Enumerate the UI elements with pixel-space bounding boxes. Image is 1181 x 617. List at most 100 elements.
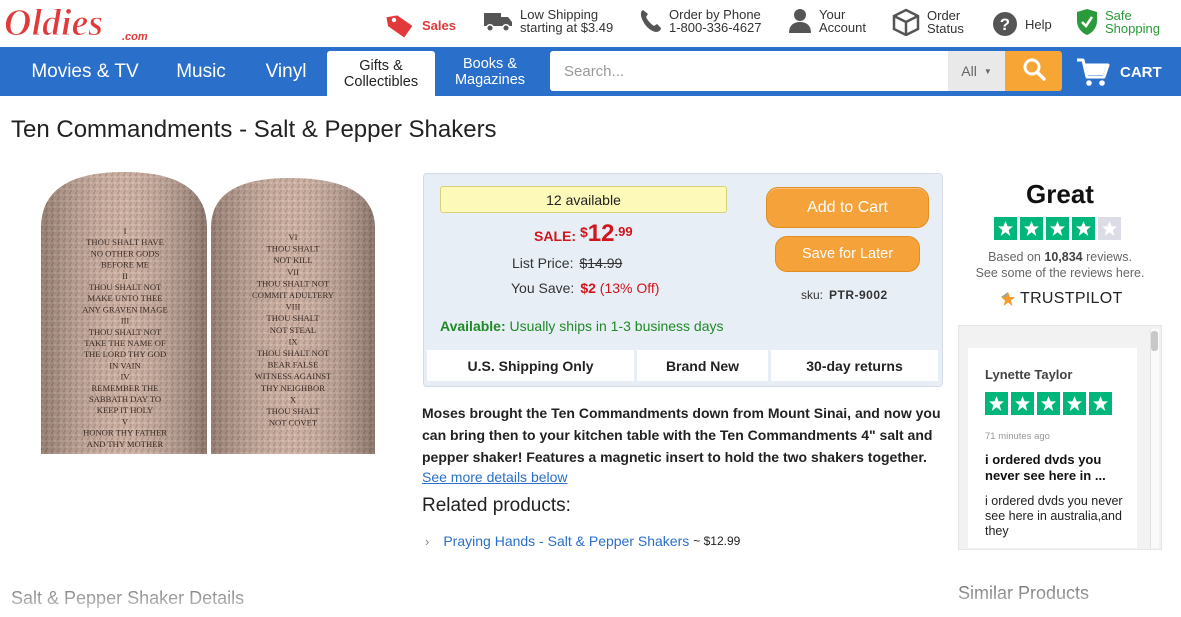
tablet-engraving-line: BEFORE ME xyxy=(101,260,149,270)
tablet-engraving-line: NOT KILL xyxy=(273,255,312,265)
see-some-reviews[interactable]: See some of the reviews here. xyxy=(958,265,1162,281)
search-icon xyxy=(1022,57,1046,86)
tablet-engraving-line: III xyxy=(121,316,130,326)
nav-gifts-collectibles[interactable]: Gifts & Collectibles xyxy=(327,51,435,96)
similar-products-heading: Similar Products xyxy=(958,583,1090,603)
search-button[interactable] xyxy=(1005,51,1062,91)
tablet-engraving-line: IX xyxy=(288,336,298,346)
tablet-engraving-line: THOU SHALT HAVE xyxy=(86,237,164,247)
availability-label: Available: xyxy=(440,318,506,334)
cart-button[interactable]: CART xyxy=(1076,57,1162,87)
tablet-engraving-line: HONOR THY FATHER xyxy=(83,428,167,438)
you-save-label: You Save: xyxy=(511,280,575,296)
tablet-engraving-line: AND THY MOTHER xyxy=(87,439,164,449)
svg-text:?: ? xyxy=(1000,15,1010,34)
trustpilot-logo[interactable]: TRUSTPILOT xyxy=(1000,290,1123,308)
sales-label: Sales xyxy=(422,17,456,33)
review-scrollbar[interactable] xyxy=(1150,329,1159,548)
cart-icon xyxy=(1076,57,1110,87)
trustpilot-star-icon xyxy=(1000,291,1016,307)
phone-line2: 1-800-336-4627 xyxy=(669,20,762,35)
tablet-engraving-line: NOT STEAL xyxy=(270,325,316,335)
you-save-row: You Save: $2 (13% Off) xyxy=(511,280,659,296)
oldies-logo[interactable]: Oldies .com xyxy=(2,2,154,45)
phone-icon xyxy=(638,8,662,34)
top-bar: Oldies .com Sales Low Shipping starting … xyxy=(0,0,1181,47)
add-to-cart-button[interactable]: Add to Cart xyxy=(766,187,929,228)
account-line2: Account xyxy=(819,20,866,35)
order-status[interactable]: Order Status xyxy=(892,8,964,36)
available-count-badge: 12 available xyxy=(440,186,727,213)
see-more-details-link[interactable]: See more details below xyxy=(422,469,568,485)
caret-down-icon: ▼ xyxy=(983,66,992,76)
nav-gifts-line2: Collectibles xyxy=(343,73,419,90)
list-price-value: $14.99 xyxy=(579,255,623,271)
sale-price: SALE: $ 12 .99 xyxy=(534,222,633,246)
tablet-engraving-line: VII xyxy=(287,267,299,277)
sku-row: sku: PTR-9002 xyxy=(801,288,888,302)
star-icon xyxy=(1011,392,1034,415)
related-product-price: ~ $12.99 xyxy=(693,534,741,548)
related-products-heading: Related products: xyxy=(422,495,571,516)
review-scrollbar-thumb[interactable] xyxy=(1151,331,1158,351)
list-price-label: List Price: xyxy=(512,255,574,271)
related-product-item: › Praying Hands - Salt & Pepper Shakers … xyxy=(425,533,740,549)
tile-us-shipping: U.S. Shipping Only xyxy=(427,350,634,381)
product-image[interactable]: I THOU SHALT HAVE NO OTHER GODS BEFORE ME II… xyxy=(39,168,379,458)
tablet-engraving-line: MAKE UNTO THEE xyxy=(87,293,162,303)
help-label: Help xyxy=(1025,16,1052,32)
tablet-engraving-line: VIII xyxy=(286,302,301,312)
nav-gifts-line1: Gifts & xyxy=(359,57,403,74)
review-body: i ordered dvds you never see here in aus… xyxy=(985,494,1123,538)
tablet-engraving-line: THOU SHALT NOT xyxy=(257,278,330,288)
page-title: Ten Commandments - Salt & Pepper Shakers xyxy=(11,116,497,143)
search-box xyxy=(550,51,948,91)
save-for-later-button[interactable]: Save for Later xyxy=(775,236,920,272)
shield-icon xyxy=(1076,8,1098,36)
search-scope-select[interactable]: All ▼ xyxy=(948,51,1005,91)
tablet-engraving-line: NOT COVET xyxy=(269,418,318,428)
sales-link[interactable]: Sales xyxy=(385,12,456,38)
tablet-engraving-line: X xyxy=(290,394,297,404)
help-link[interactable]: ? Help xyxy=(992,11,1052,37)
tile-brand-new: Brand New xyxy=(637,350,768,381)
tablet-engraving-line: THY NEIGHBOR xyxy=(261,383,325,393)
svg-text:Oldies: Oldies xyxy=(4,2,103,44)
tablet-engraving-line: THOU SHALT xyxy=(267,244,321,254)
review-count: 10,834 xyxy=(1044,250,1083,264)
trustpilot-rating-word: Great xyxy=(1026,179,1094,209)
tablet-engraving-line: ANY GRAVEN IMAGE xyxy=(82,304,167,314)
safe-shopping[interactable]: Safe Shopping xyxy=(1076,8,1160,36)
help-icon: ? xyxy=(992,11,1018,37)
you-save-pct: (13% Off) xyxy=(599,280,660,296)
tablet-engraving-line: THE LORD THY GOD xyxy=(84,349,166,359)
sale-label: SALE: xyxy=(534,228,576,244)
nav-books-line2: Magazines xyxy=(454,71,526,88)
star-icon xyxy=(1072,217,1095,240)
tablet-engraving-line: SABBATH DAY TO xyxy=(89,394,161,404)
tablet-engraving-line: THOU SHALT NOT xyxy=(89,282,162,292)
cart-label: CART xyxy=(1120,63,1162,81)
related-product-link[interactable]: Praying Hands - Salt & Pepper Shakers xyxy=(443,533,689,549)
box-icon xyxy=(892,8,920,36)
tablet-engraving-line: THOU SHALT NOT xyxy=(89,327,162,337)
trustpilot-logo-text: TRUSTPILOT xyxy=(1020,290,1123,307)
order-by-phone[interactable]: Order by Phone 1-800-336-4627 xyxy=(638,8,762,34)
tablet-engraving-line: KEEP IT HOLY xyxy=(97,405,153,415)
nav-vinyl[interactable]: Vinyl xyxy=(250,47,322,96)
star-icon xyxy=(994,217,1017,240)
tablet-engraving-line: II xyxy=(122,271,128,281)
nav-music[interactable]: Music xyxy=(162,47,240,96)
trustpilot-based-on: Based on 10,834 reviews. See some of the… xyxy=(958,249,1162,281)
tablet-engraving-line: COMMIT ADULTERY xyxy=(252,290,334,300)
tablet-engraving-line: IN VAIN xyxy=(109,360,141,370)
nav-books-magazines[interactable]: Books & Magazines xyxy=(440,47,540,96)
your-account[interactable]: Your Account xyxy=(788,8,866,34)
nav-movies-tv[interactable]: Movies & TV xyxy=(8,47,162,96)
search-input[interactable] xyxy=(550,51,948,91)
review-stars xyxy=(985,392,1112,415)
tablet-engraving-line: WITNESS AGAINST xyxy=(255,371,332,381)
tablet-engraving-line: BEAR FALSE xyxy=(268,360,319,370)
feature-tiles: U.S. Shipping Only Brand New 30-day retu… xyxy=(427,350,938,381)
shipping-info[interactable]: Low Shipping starting at $3.49 xyxy=(483,8,613,34)
